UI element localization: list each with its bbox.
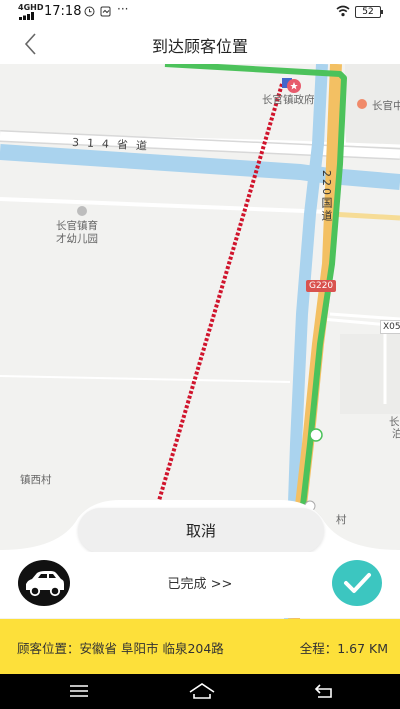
- home-icon[interactable]: [188, 680, 216, 702]
- title-bar: 到达顾客位置: [0, 24, 400, 64]
- check-icon: [344, 573, 371, 593]
- confirm-check-button[interactable]: [332, 560, 382, 606]
- map-badge-g220: G220: [306, 280, 337, 292]
- car-icon: [18, 560, 70, 606]
- map-label-town-right: 长官中: [372, 100, 400, 112]
- map-label-kindergarten-2: 才幼儿园: [56, 233, 98, 245]
- alarm-icon: [84, 6, 95, 17]
- map-label-road-220: 220国道: [320, 170, 333, 223]
- cancel-button[interactable]: 取消: [78, 508, 324, 553]
- total-distance: 全程：1.67 KM: [299, 641, 388, 656]
- notification-icon: [100, 6, 111, 17]
- customer-info-bar: 顾客位置：安徽省 阜阳市 临泉204路 全程：1.67 KM: [0, 619, 400, 674]
- status-time: 17:18: [44, 4, 82, 19]
- status-bar: 4GHD 17:18 ··· 52: [0, 0, 400, 24]
- signal-icon: [19, 12, 34, 20]
- map-label-right-edge-2: 泊: [392, 428, 400, 440]
- map-label-village: 镇西村: [20, 474, 52, 486]
- page-title: 到达顾客位置: [151, 37, 248, 56]
- menu-icon[interactable]: [67, 680, 91, 702]
- signal-type: 4GHD: [18, 3, 44, 12]
- customer-address: 顾客位置：安徽省 阜阳市 临泉204路: [17, 641, 224, 656]
- completed-swipe-label[interactable]: 已完成 >>: [100, 573, 300, 592]
- wifi-icon: [336, 5, 350, 17]
- system-nav-bar: [0, 674, 400, 709]
- back-icon[interactable]: [312, 680, 336, 702]
- map-label-government: 长官镇政府: [262, 94, 315, 106]
- more-dots-icon: ···: [117, 2, 129, 16]
- battery-icon: 52: [355, 6, 383, 18]
- map-badge-x05: X05: [380, 320, 400, 334]
